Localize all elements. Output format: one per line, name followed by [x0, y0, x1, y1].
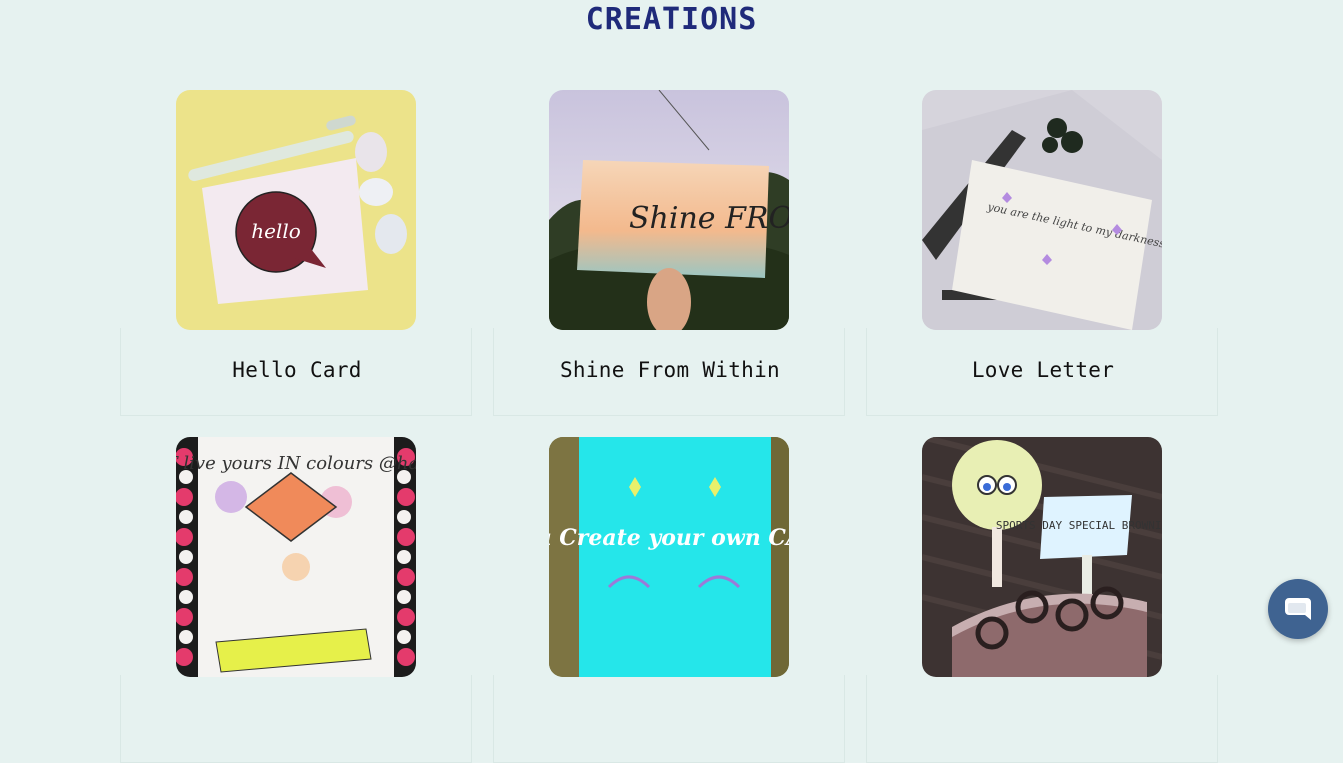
shine-card-lettering: Shine FROM WITHIN — [629, 201, 789, 236]
page-title: CREATIONS — [585, 2, 758, 37]
life-is-art-lettering: life is ART live yours IN colours @handp… — [176, 453, 416, 474]
create-calm-lettering: You Create your own CALM — [549, 525, 789, 551]
creation-image-sports-day-brownie[interactable]: SPORTS DAY SPECIAL BROWNIE — [922, 437, 1162, 677]
creation-image-love-letter[interactable]: you are the light to my darkness answers… — [922, 90, 1162, 330]
caption-box — [866, 675, 1218, 763]
creation-title[interactable]: Shine From Within — [494, 358, 846, 382]
creation-image-shine-from-within[interactable]: Shine FROM WITHIN — [549, 90, 789, 330]
creation-title[interactable]: Love Letter — [867, 358, 1219, 382]
chat-widget-button[interactable] — [1268, 579, 1328, 639]
caption-box: Hello Card — [120, 328, 472, 416]
caption-box — [120, 675, 472, 763]
caption-box: Love Letter — [866, 328, 1218, 416]
sports-day-lettering: SPORTS DAY SPECIAL BROWNIE — [996, 519, 1162, 532]
chat-bubble-icon — [1285, 598, 1311, 620]
hello-card-lettering: hello — [251, 219, 301, 243]
creation-image-life-is-art[interactable]: life is ART live yours IN colours @handp… — [176, 437, 416, 677]
caption-box — [493, 675, 845, 763]
creation-image-hello-card[interactable]: hello — [176, 90, 416, 330]
creation-title[interactable]: Hello Card — [121, 358, 473, 382]
creation-image-create-your-own-calm[interactable]: You Create your own CALM — [549, 437, 789, 677]
caption-box: Shine From Within — [493, 328, 845, 416]
